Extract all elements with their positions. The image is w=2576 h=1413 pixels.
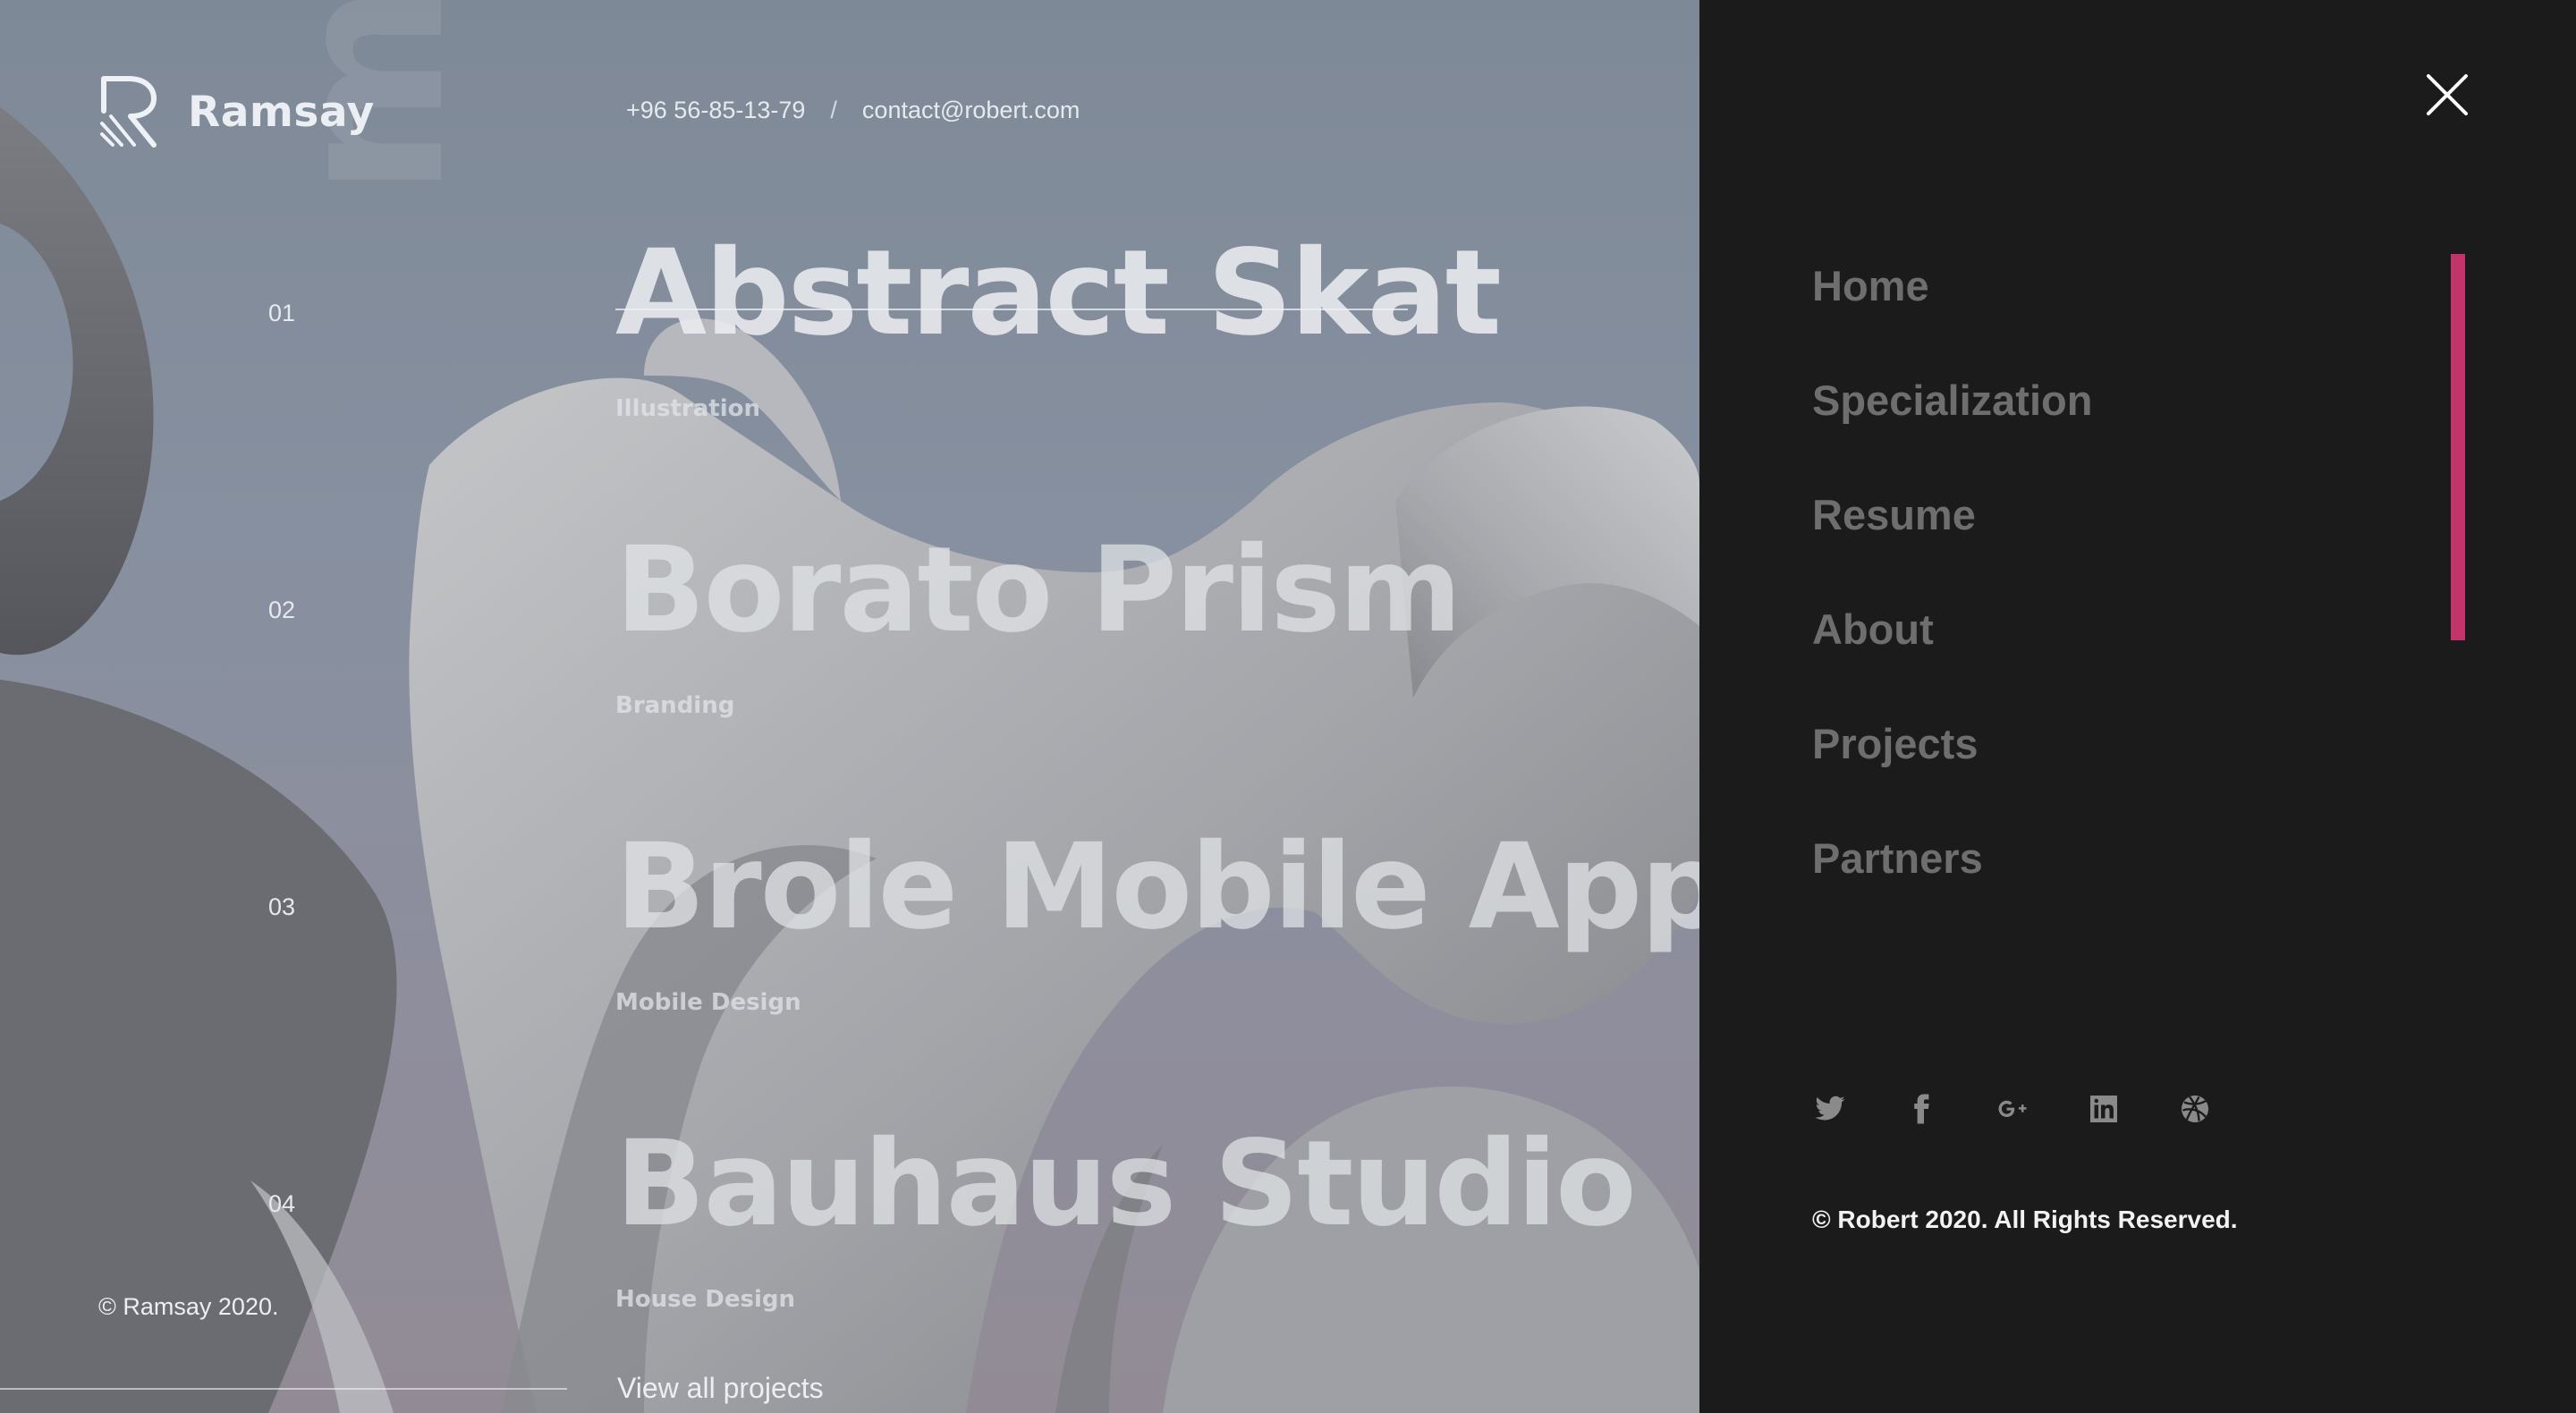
close-menu-button[interactable] (2424, 72, 2470, 118)
project-item-brole-mobile-app[interactable]: Brole Mobile App Mobile Design (615, 828, 1725, 1016)
nav-item-about[interactable]: About (1812, 603, 2092, 717)
phone-link[interactable]: +96 56-85-13-79 (626, 97, 805, 124)
project-category: Illustration (615, 395, 760, 422)
close-icon (2427, 74, 2468, 115)
view-all-projects-link[interactable]: View all projects (617, 1372, 824, 1405)
facebook-icon (1914, 1094, 1929, 1124)
project-category: House Design (615, 1286, 796, 1313)
project-number: 04 (268, 1190, 296, 1217)
dribbble-icon (2182, 1096, 2208, 1122)
ramsay-logo-icon (100, 76, 157, 148)
google-plus-link[interactable] (1995, 1091, 2030, 1127)
active-strike-line (615, 309, 1408, 310)
dribbble-link[interactable] (2177, 1091, 2213, 1127)
twitter-icon (1815, 1096, 1845, 1121)
project-item-abstract-skat[interactable]: Abstract Skat Illustration (615, 234, 1502, 422)
project-number: 02 (268, 597, 296, 623)
nav-item-projects[interactable]: Projects (1812, 717, 2092, 832)
social-links (1812, 1091, 2268, 1127)
project-title[interactable]: Abstract Skat (615, 234, 1502, 352)
menu-panel: Home Specialization Resume About Project… (1699, 0, 2576, 1413)
footer-divider (0, 1388, 567, 1390)
nav-scroll-indicator (2451, 254, 2465, 640)
main-navigation: Home Specialization Resume About Project… (1812, 259, 2092, 946)
google-plus-icon (1998, 1100, 2027, 1117)
nav-item-home[interactable]: Home (1812, 259, 2092, 374)
contact-separator: / (830, 97, 837, 123)
contact-info: +96 56-85-13-79 / contact@robert.com (626, 97, 1080, 124)
project-category: Mobile Design (615, 989, 801, 1016)
brand-logo[interactable]: Ramsay (98, 75, 375, 148)
brand-name: Ramsay (188, 87, 375, 137)
nav-item-resume[interactable]: Resume (1812, 488, 2092, 603)
project-title[interactable]: Bauhaus Studio (615, 1125, 1637, 1243)
project-category: Branding (615, 692, 735, 719)
nav-item-partners[interactable]: Partners (1812, 832, 2092, 946)
project-title[interactable]: Borato Prism (615, 531, 1462, 649)
project-number: 03 (268, 893, 296, 920)
nav-item-specialization[interactable]: Specialization (1812, 374, 2092, 488)
linkedin-link[interactable] (2086, 1091, 2122, 1127)
project-number: 01 (268, 300, 296, 326)
footer-copyright: © Ramsay 2020. (98, 1293, 279, 1320)
linkedin-icon (2090, 1096, 2117, 1122)
project-item-borato-prism[interactable]: Borato Prism Branding (615, 531, 1462, 719)
email-link[interactable]: contact@robert.com (862, 97, 1080, 124)
project-item-bauhaus-studio[interactable]: Bauhaus Studio House Design (615, 1125, 1637, 1313)
facebook-link[interactable] (1903, 1091, 1939, 1127)
project-title[interactable]: Brole Mobile App (615, 828, 1725, 946)
twitter-link[interactable] (1812, 1091, 1848, 1127)
menu-copyright: © Robert 2020. All Rights Reserved. (1812, 1206, 2238, 1233)
